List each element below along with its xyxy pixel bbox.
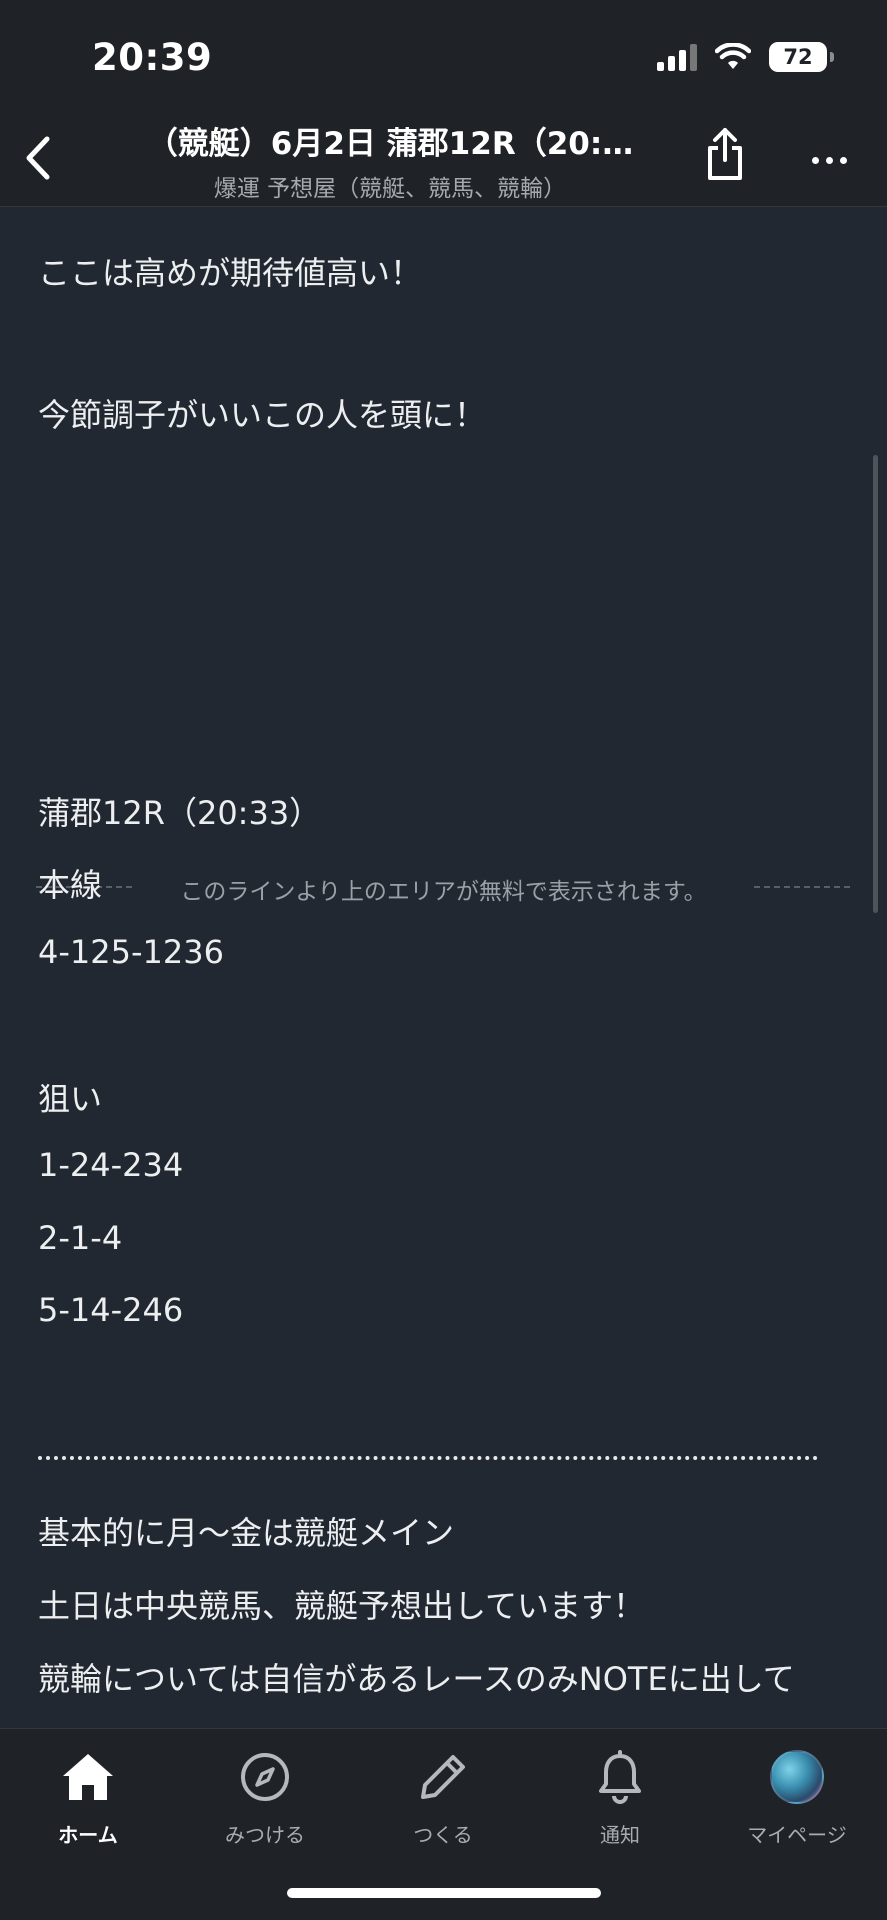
tab-label: みつける xyxy=(225,1823,305,1847)
wifi-icon xyxy=(715,43,751,69)
author-name[interactable]: 爆運 予想屋（競艇、競馬、競輪） xyxy=(100,169,680,203)
dot-icon xyxy=(825,156,833,164)
tab-label: ホーム xyxy=(58,1823,118,1847)
target-pick: 5-14-246 xyxy=(38,1291,184,1329)
avatar xyxy=(770,1750,824,1804)
tab-label: 通知 xyxy=(600,1823,640,1847)
footer-line: 競輪については自信があるレースのみNOTEに出して xyxy=(38,1660,795,1698)
tab-home[interactable]: ホーム xyxy=(8,1747,168,1857)
page-title: （競艇）6月2日 蒲郡12R（20:… xyxy=(146,126,634,162)
tab-mypage[interactable]: マイページ xyxy=(717,1747,877,1857)
target-pick: 1-24-234 xyxy=(38,1146,184,1184)
main-pick: 4-125-1236 xyxy=(38,933,224,971)
tab-label: つくる xyxy=(413,1823,473,1847)
share-button[interactable] xyxy=(700,124,750,184)
tab-discover[interactable]: みつける xyxy=(185,1747,345,1857)
home-indicator[interactable] xyxy=(287,1888,601,1898)
race-title: 蒲郡12R（20:33） xyxy=(38,794,322,832)
battery-icon: 72 xyxy=(769,42,834,72)
footer-line: 土日は中央競馬、競艇予想出しています！ xyxy=(38,1587,646,1625)
scrollbar[interactable] xyxy=(873,455,878,913)
compass-icon xyxy=(241,1753,289,1801)
more-options-button[interactable] xyxy=(804,140,854,180)
article-content[interactable]: ここは高めが期待値高い！ 今節調子がいいこの人を頭に！ このラインより上のエリア… xyxy=(0,208,887,1728)
intro-line: ここは高めが期待値高い！ xyxy=(38,254,423,292)
tab-notifications[interactable]: 通知 xyxy=(540,1747,700,1857)
tab-label: マイページ xyxy=(747,1823,847,1847)
cellular-signal-icon xyxy=(657,43,697,71)
battery-level: 72 xyxy=(783,45,813,69)
target-label: 狙い xyxy=(38,1080,103,1118)
dot-icon xyxy=(811,156,819,164)
paywall-divider-right xyxy=(754,886,850,888)
status-time: 20:39 xyxy=(92,36,213,79)
bell-icon xyxy=(599,1750,641,1804)
target-pick: 2-1-4 xyxy=(38,1219,123,1257)
header-title-block: （競艇）6月2日 蒲郡12R（20:… 爆運 予想屋（競艇、競馬、競輪） xyxy=(100,118,680,203)
footer-line: 基本的に月〜金は競艇メイン xyxy=(38,1514,455,1552)
dotted-separator xyxy=(38,1456,818,1460)
dot-icon xyxy=(839,156,847,164)
back-button[interactable] xyxy=(16,130,60,186)
status-icons: 72 xyxy=(657,42,834,72)
share-icon xyxy=(708,128,742,180)
home-icon xyxy=(63,1754,113,1800)
pencil-icon xyxy=(421,1755,465,1799)
paywall-divider-text: このラインより上のエリアが無料で表示されます。 xyxy=(180,879,707,905)
intro-line: 今節調子がいいこの人を頭に！ xyxy=(38,396,487,434)
top-bar: 20:39 72 （競艇）6月2日 蒲郡12R（20:… 爆運 予想屋（競艇、競… xyxy=(0,0,887,207)
tab-create[interactable]: つくる xyxy=(363,1747,523,1857)
main-label: 本線 xyxy=(38,866,103,904)
chevron-left-icon xyxy=(26,136,50,180)
